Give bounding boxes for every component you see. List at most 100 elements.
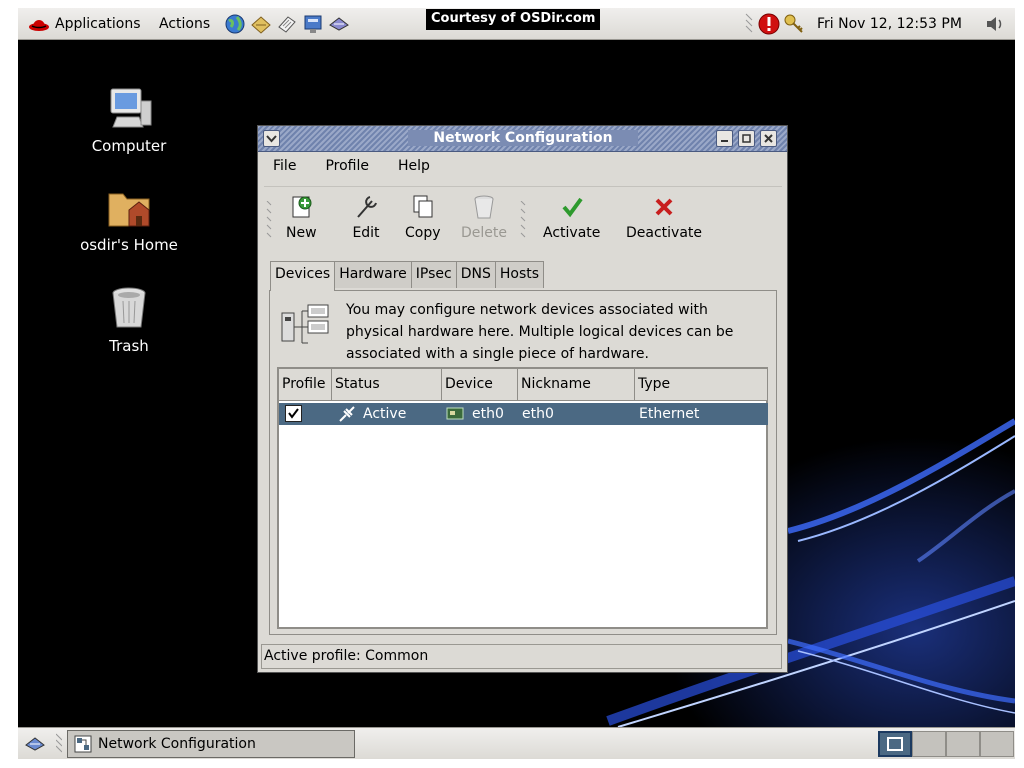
nickname-cell: eth0 (522, 406, 554, 422)
office-icon[interactable] (328, 13, 350, 35)
activate-button[interactable]: Activate (543, 193, 600, 241)
copy-button[interactable]: Copy (405, 193, 441, 241)
delete-icon (474, 195, 494, 219)
column-type[interactable]: Type (635, 369, 768, 401)
task-label: Network Configuration (98, 736, 256, 752)
edit-label: Edit (352, 225, 380, 241)
minimize-button[interactable] (716, 130, 733, 147)
column-status[interactable]: Status (332, 369, 442, 401)
desktop-icon-computer[interactable]: Computer (69, 87, 189, 155)
trash-icon (112, 287, 146, 328)
desktop[interactable]: Computer osdir's Home Trash Network Conf… (18, 41, 1015, 727)
x-mark-icon (655, 198, 673, 216)
menu-bar: File Profile Help (264, 158, 430, 180)
desktop-icon-label: Computer (91, 137, 167, 155)
workspace-3[interactable] (946, 731, 980, 757)
desktop-icon-trash[interactable]: Trash (69, 285, 189, 355)
bottom-panel: Network Configuration (18, 727, 1015, 759)
edit-icon (357, 196, 377, 218)
window-titlebar[interactable]: Network Configuration (258, 126, 787, 152)
delete-label: Delete (461, 225, 507, 241)
volume-icon[interactable] (984, 13, 1006, 35)
desktop-icon-label: osdir's Home (80, 236, 178, 254)
actions-menu[interactable]: Actions (159, 16, 210, 32)
column-profile[interactable]: Profile (279, 369, 332, 401)
show-desktop-icon[interactable] (24, 733, 46, 755)
menu-file[interactable]: File (264, 158, 296, 180)
presentation-icon[interactable] (302, 13, 324, 35)
desktop-icon-label: Trash (109, 337, 149, 355)
workspace-window-thumbnail (887, 737, 903, 751)
column-nickname[interactable]: Nickname (518, 369, 635, 401)
close-button[interactable] (760, 130, 777, 147)
web-browser-icon[interactable] (224, 13, 246, 35)
close-icon (764, 134, 773, 143)
workspace-1[interactable] (878, 731, 912, 757)
window-menu-button[interactable] (263, 130, 280, 147)
toolbar-handle-icon (266, 201, 272, 238)
computer-icon (110, 88, 152, 128)
panel-handle-icon (745, 13, 753, 33)
edit-button[interactable]: Edit (352, 193, 380, 241)
email-icon[interactable] (250, 13, 272, 35)
maximize-icon (742, 134, 751, 143)
delete-button[interactable]: Delete (461, 193, 507, 241)
status-cell: Active (363, 406, 407, 422)
applications-menu[interactable]: Applications (28, 16, 141, 32)
workspace-4[interactable] (980, 731, 1014, 757)
workspace-2[interactable] (912, 731, 946, 757)
tab-bar: Devices Hardware IPsec DNS Hosts (270, 261, 545, 291)
activate-label: Activate (543, 225, 601, 241)
tab-dns[interactable]: DNS (455, 261, 496, 288)
panel-handle-icon (56, 733, 62, 753)
network-devices-icon (281, 304, 329, 344)
deactivate-button[interactable]: Deactivate (626, 193, 702, 241)
network-configuration-window: Network Configuration File Profile Help (257, 125, 788, 673)
new-button[interactable]: New (286, 193, 317, 241)
toolbar-separator-icon (520, 201, 526, 238)
home-folder-icon (108, 193, 150, 227)
chevron-down-icon (266, 135, 277, 143)
minimize-icon (721, 140, 728, 142)
type-cell: Ethernet (639, 406, 700, 422)
device-cell: eth0 (472, 406, 504, 422)
clock[interactable]: Fri Nov 12, 12:53 PM (817, 16, 962, 32)
menu-profile[interactable]: Profile (316, 158, 369, 180)
courtesy-banner: Courtesy of OSDir.com (426, 9, 601, 30)
tab-hardware[interactable]: Hardware (334, 261, 412, 288)
toolbar: New Edit Copy Delete Activate Deactivate (264, 186, 782, 250)
table-row[interactable]: Active eth0 eth0 Ethernet (279, 403, 768, 425)
text-editor-icon[interactable] (276, 13, 298, 35)
screen: Computer osdir's Home Trash Network Conf… (18, 8, 1015, 759)
alert-icon[interactable] (757, 12, 781, 36)
window-title: Network Configuration (408, 130, 638, 146)
desktop-icon-home[interactable]: osdir's Home (69, 186, 189, 254)
key-icon[interactable] (783, 13, 805, 35)
tab-hosts[interactable]: Hosts (494, 261, 545, 288)
new-icon (292, 196, 312, 218)
profile-checkbox[interactable] (285, 405, 302, 422)
menu-help[interactable]: Help (389, 158, 430, 180)
network-card-icon (446, 407, 464, 420)
tab-devices[interactable]: Devices (270, 261, 336, 291)
status-bar: Active profile: Common (261, 644, 782, 669)
checkmark-icon (288, 408, 299, 419)
checkmark-icon (562, 197, 583, 218)
top-panel: Applications Actions Courtesy of OSDir.c… (18, 8, 1015, 40)
taskbar-network-configuration[interactable]: Network Configuration (67, 730, 355, 758)
connected-plug-icon (339, 406, 355, 422)
devices-description: You may configure network devices associ… (346, 302, 734, 362)
maximize-button[interactable] (738, 130, 755, 147)
redhat-icon (29, 20, 49, 31)
workspace-switcher (878, 731, 1015, 757)
network-configuration-icon (74, 735, 92, 753)
column-device[interactable]: Device (442, 369, 518, 401)
deactivate-label: Deactivate (626, 225, 703, 241)
copy-icon (413, 195, 433, 218)
tab-ipsec[interactable]: IPsec (410, 261, 457, 288)
new-label: New (286, 225, 317, 241)
device-table[interactable]: Profile Status Device Nickname Type Acti… (277, 367, 768, 629)
applications-label: Applications (55, 16, 141, 32)
copy-label: Copy (405, 225, 441, 241)
devices-panel: You may configure network devices associ… (269, 290, 777, 635)
